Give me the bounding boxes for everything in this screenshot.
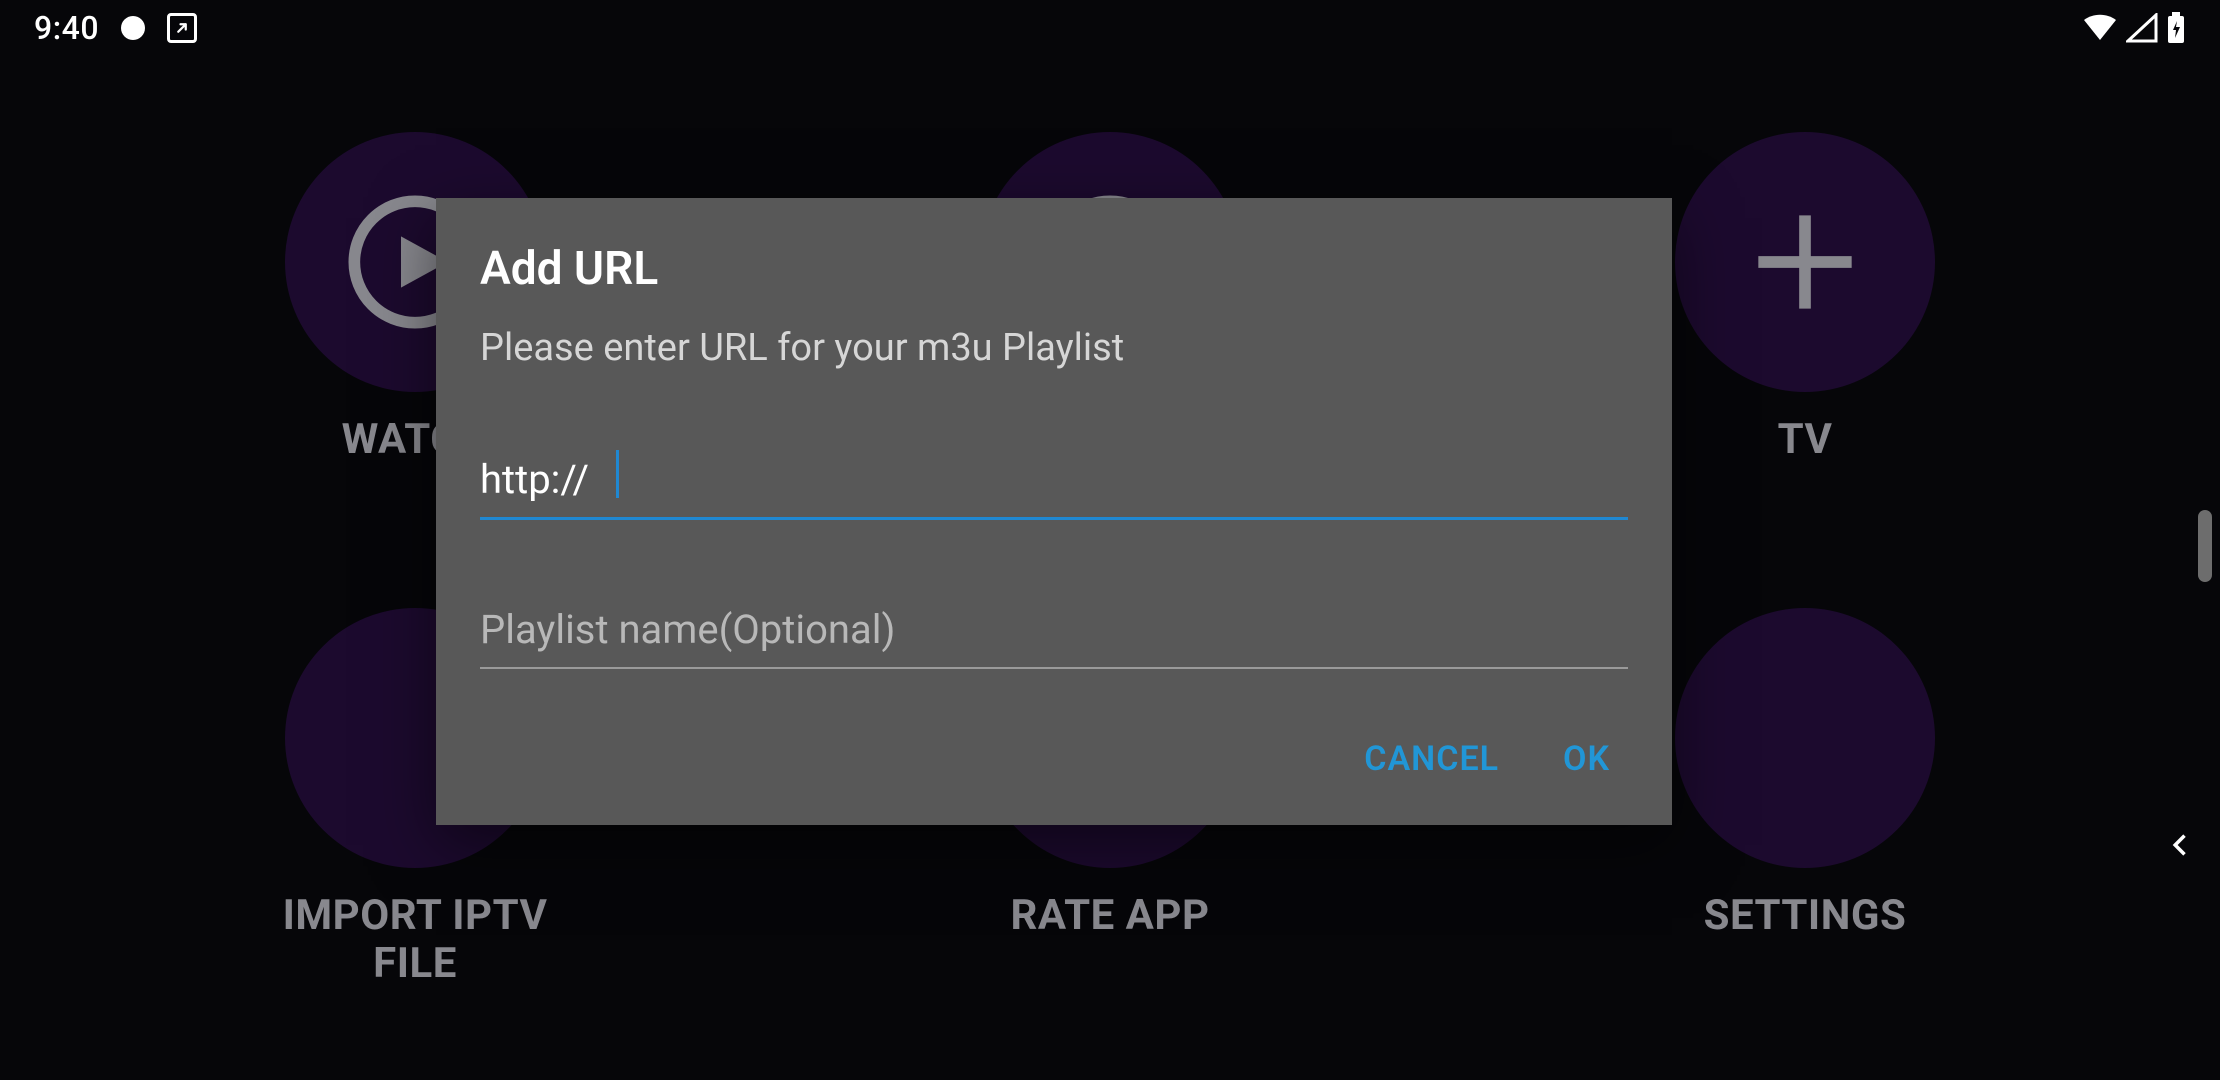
text-cursor xyxy=(616,450,619,498)
playlist-name-field-wrapper xyxy=(480,600,1628,669)
url-field-wrapper xyxy=(480,450,1628,520)
add-url-dialog: Add URL Please enter URL for your m3u Pl… xyxy=(436,198,1672,825)
url-input[interactable] xyxy=(480,450,1628,520)
dialog-actions: CANCEL OK xyxy=(480,709,1628,803)
dialog-subtitle: Please enter URL for your m3u Playlist xyxy=(480,326,1628,370)
cancel-button[interactable]: CANCEL xyxy=(1364,739,1499,779)
playlist-name-input[interactable] xyxy=(480,600,1628,669)
ok-button[interactable]: OK xyxy=(1563,739,1610,779)
dialog-title: Add URL xyxy=(480,242,1628,296)
